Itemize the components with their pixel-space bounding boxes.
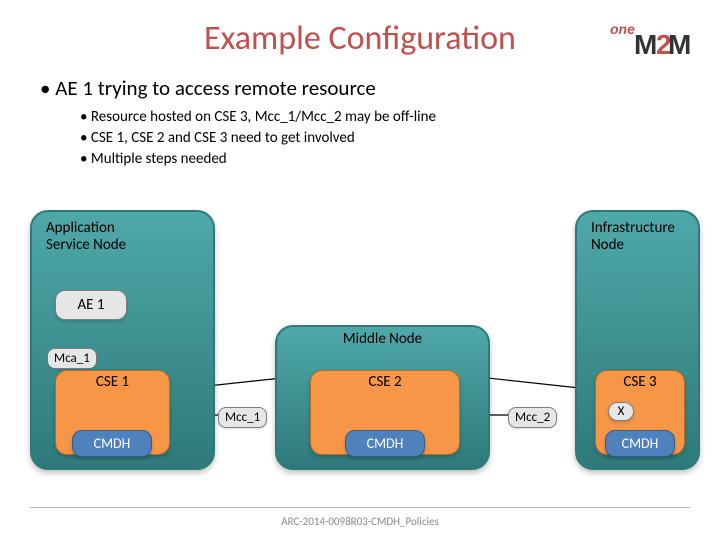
bullet-list: AE 1 trying to access remote resource Re… [0, 67, 720, 170]
ae1-box: AE 1 [55, 290, 127, 320]
mca1-connector: Mca_1 [47, 348, 97, 369]
cmdh-box: CMDH [605, 430, 675, 457]
bullet-sub: Multiple steps needed [40, 149, 720, 170]
diagram: Application Service Node Infrastructure … [0, 210, 720, 500]
footer-text: ARC-2014-0098R03-CMDH_Policies [0, 515, 720, 528]
svg-text:M: M [668, 29, 690, 58]
mcc2-connector: Mcc_2 [508, 407, 557, 428]
cse2-label: CSE 2 [368, 373, 401, 391]
bullet-sub: CSE 1, CSE 2 and CSE 3 need to get invol… [40, 128, 720, 149]
in-label: Infrastructure Node [591, 220, 675, 253]
x-marker-box: X [608, 402, 634, 421]
asn-label: Application Service Node [46, 220, 126, 253]
footer-divider [30, 507, 690, 508]
svg-text:one: one [610, 21, 635, 37]
bullet-sub: Resource hosted on CSE 3, Mcc_1/Mcc_2 ma… [40, 107, 720, 128]
svg-text:M: M [634, 29, 657, 58]
cmdh-box: CMDH [72, 430, 152, 457]
onem2m-logo: one M 2 M [610, 18, 690, 58]
cmdh-box: CMDH [345, 430, 425, 457]
middle-node-label: Middle Node [275, 330, 490, 348]
cse3-label: CSE 3 [623, 373, 656, 391]
cse1-label: CSE 1 [96, 373, 129, 391]
mcc1-connector: Mcc_1 [218, 407, 267, 428]
bullet-top: AE 1 trying to access remote resource [40, 75, 720, 107]
